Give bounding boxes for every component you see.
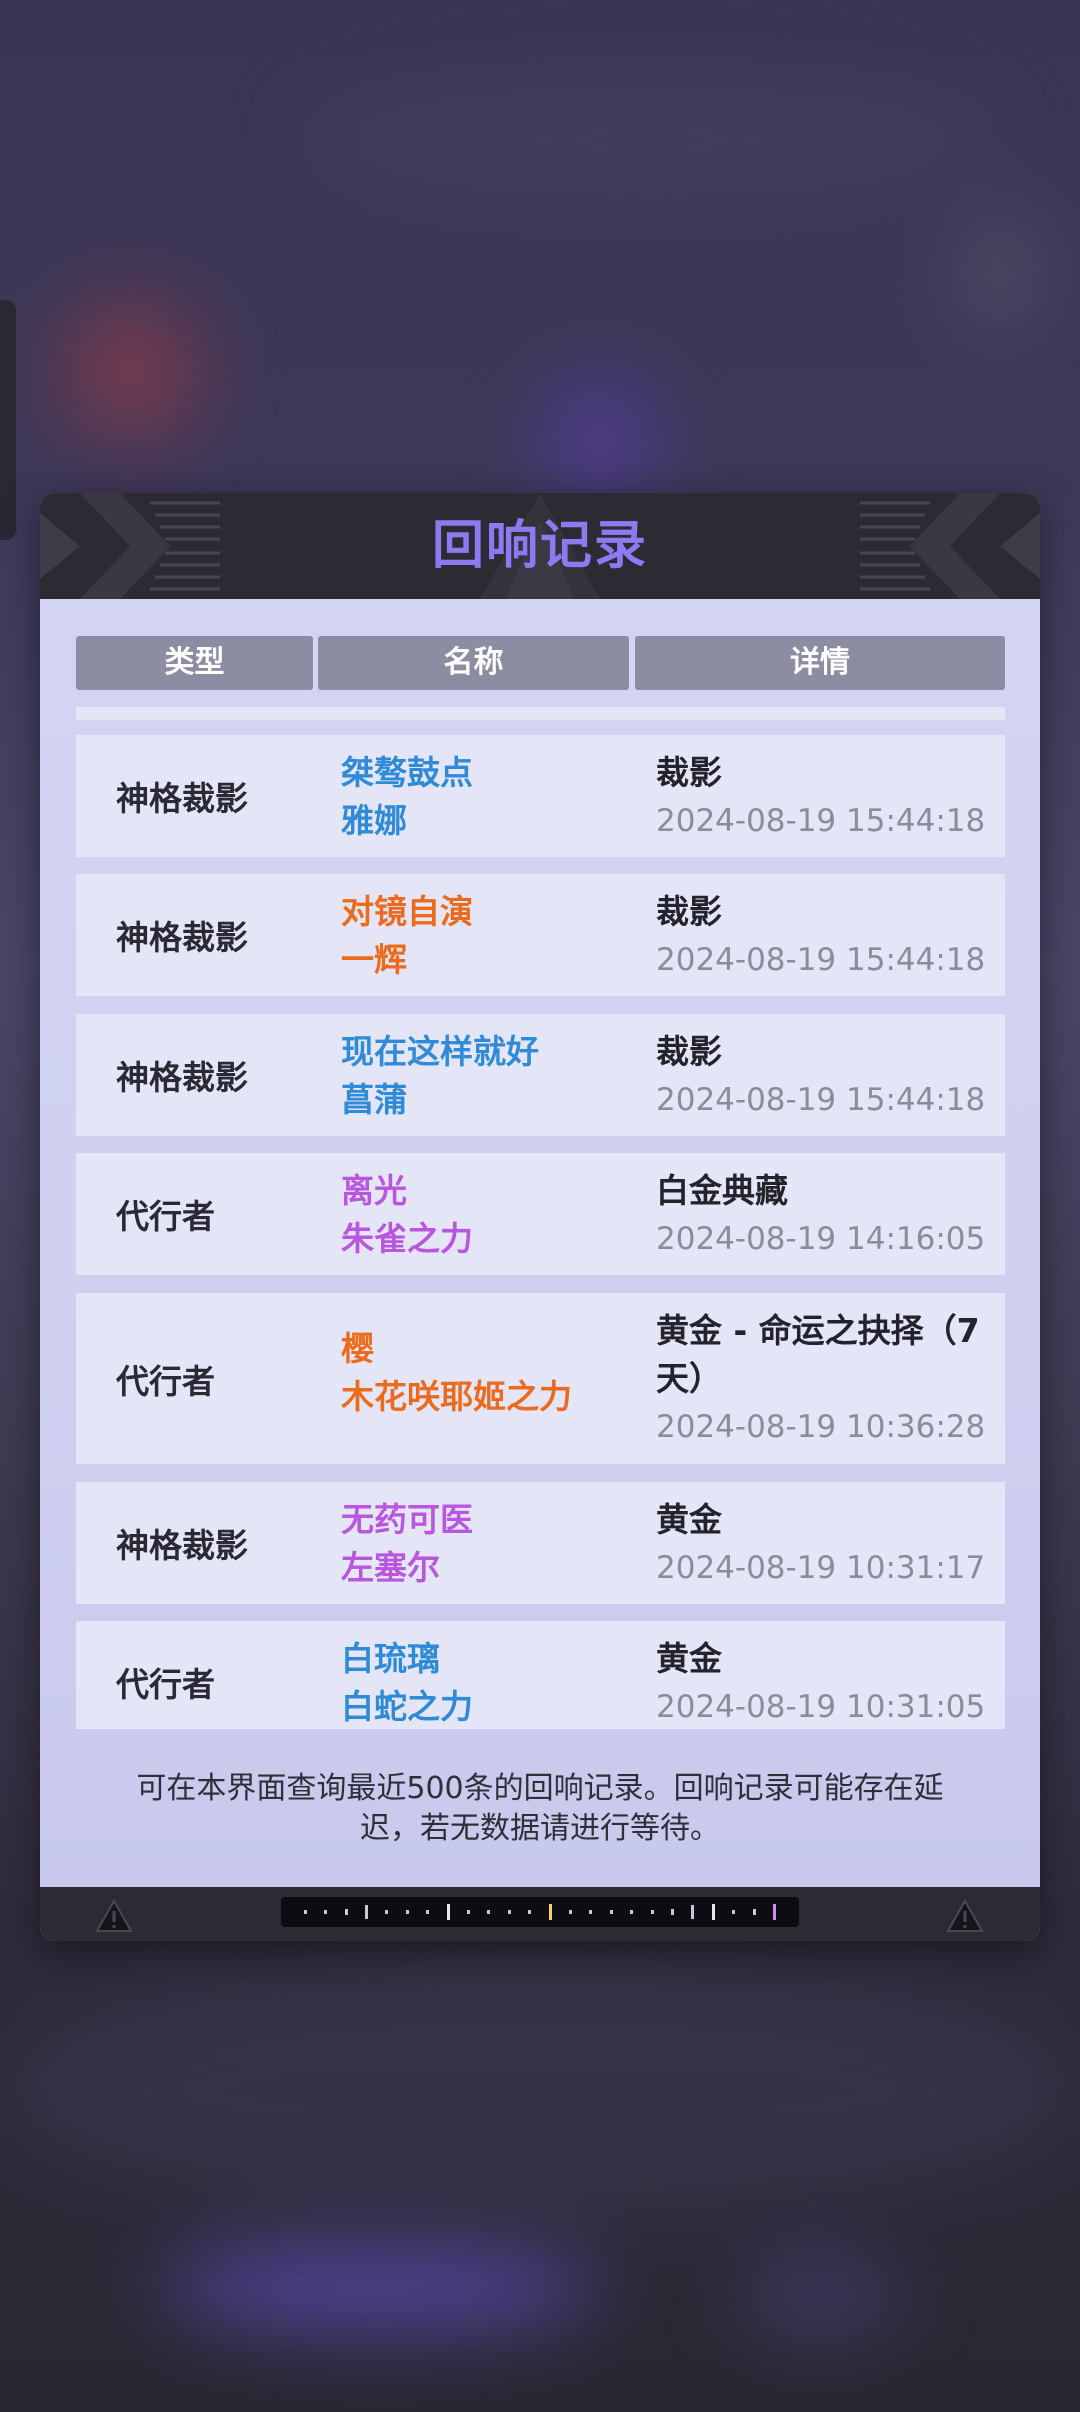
record-type: 神格裁影 xyxy=(116,779,248,818)
record-detail: 裁影 xyxy=(656,892,722,931)
record-detail: 白金典藏 xyxy=(656,1171,788,1210)
record-item-name: 无药可医 xyxy=(341,1500,473,1539)
warning-icon xyxy=(946,1899,984,1932)
record-timestamp: 2024-08-19 15:44:18 xyxy=(656,1082,986,1118)
warning-icon xyxy=(95,1899,133,1932)
table-row[interactable]: 代行者 樱 木花咲耶姬之力 黄金 - 命运之抉择（7天） 2024-08-19 … xyxy=(76,1293,1005,1464)
record-character-name: 朱雀之力 xyxy=(341,1219,473,1258)
record-item-name: 樱 xyxy=(341,1329,374,1368)
side-drawer-tab[interactable] xyxy=(0,300,16,540)
record-detail: 黄金 xyxy=(656,1500,722,1539)
table-row[interactable]: 神格裁影 无药可医 左塞尔 黄金 2024-08-19 10:31:17 xyxy=(76,1482,1005,1604)
record-character-name: 左塞尔 xyxy=(341,1548,440,1587)
record-character-name: 雅娜 xyxy=(341,801,407,840)
record-timestamp: 2024-08-19 15:44:18 xyxy=(656,803,986,839)
record-timestamp: 2024-08-19 14:16:05 xyxy=(656,1221,986,1257)
column-header-type: 类型 xyxy=(76,636,313,690)
record-item-name: 桀骜鼓点 xyxy=(341,753,473,792)
record-character-name: 一辉 xyxy=(341,940,407,979)
record-list[interactable]: 神格裁影 桀骜鼓点 雅娜 裁影 2024-08-19 15:44:18 神格裁影… xyxy=(76,707,1005,1729)
table-row[interactable]: 神格裁影 对镜自演 一辉 裁影 2024-08-19 15:44:18 xyxy=(76,874,1005,996)
table-row[interactable]: 代行者 离光 朱雀之力 白金典藏 2024-08-19 14:16:05 xyxy=(76,1153,1005,1275)
record-item-name: 离光 xyxy=(341,1171,407,1210)
column-headers: 类型 名称 详情 xyxy=(76,636,1005,690)
record-detail: 裁影 xyxy=(656,1032,722,1071)
record-timestamp: 2024-08-19 15:44:18 xyxy=(656,942,986,978)
record-item-name: 白琉璃 xyxy=(341,1639,440,1678)
record-timestamp: 2024-08-19 10:31:05 xyxy=(656,1689,986,1725)
dialog-body: 类型 名称 详情 神格裁影 桀骜鼓点 雅娜 裁影 2024-08-19 15:4… xyxy=(40,599,1040,1887)
echo-record-dialog: 回响记录 类型 名称 详情 神格裁影 桀骜鼓点 雅娜 裁影 2024-08-19… xyxy=(40,493,1040,1941)
table-row[interactable]: 神格裁影 现在这样就好 菖蒲 裁影 2024-08-19 15:44:18 xyxy=(76,1014,1005,1136)
column-header-detail: 详情 xyxy=(635,636,1005,690)
table-row-partial xyxy=(76,707,1005,720)
record-item-name: 现在这样就好 xyxy=(341,1032,539,1071)
record-type: 代行者 xyxy=(116,1361,215,1401)
record-character-name: 白蛇之力 xyxy=(341,1687,473,1726)
record-detail: 黄金 - 命运之抉择（7天） xyxy=(656,1311,980,1398)
record-character-name: 菖蒲 xyxy=(341,1080,407,1119)
record-detail: 裁影 xyxy=(656,753,722,792)
record-type: 神格裁影 xyxy=(116,918,248,957)
dialog-title: 回响记录 xyxy=(431,516,648,576)
table-row[interactable]: 神格裁影 桀骜鼓点 雅娜 裁影 2024-08-19 15:44:18 xyxy=(76,735,1005,857)
record-detail: 黄金 xyxy=(656,1639,722,1678)
record-type: 代行者 xyxy=(116,1197,215,1236)
dialog-bottom-bar xyxy=(40,1887,1040,1941)
signal-bar xyxy=(281,1897,799,1927)
record-type: 神格裁影 xyxy=(116,1058,248,1097)
record-notice: 可在本界面查询最近500条的回响记录。回响记录可能存在延迟，若无数据请进行等待。 xyxy=(136,1771,944,1846)
record-item-name: 对镜自演 xyxy=(341,892,473,931)
record-type: 神格裁影 xyxy=(116,1526,248,1565)
record-timestamp: 2024-08-19 10:36:28 xyxy=(656,1409,986,1445)
column-header-name: 名称 xyxy=(318,636,629,690)
dialog-header: 回响记录 xyxy=(40,493,1040,599)
record-timestamp: 2024-08-19 10:31:17 xyxy=(656,1550,986,1586)
record-character-name: 木花咲耶姬之力 xyxy=(341,1377,572,1416)
record-type: 代行者 xyxy=(116,1665,215,1704)
table-row[interactable]: 代行者 白琉璃 白蛇之力 黄金 2024-08-19 10:31:05 xyxy=(76,1621,1005,1729)
